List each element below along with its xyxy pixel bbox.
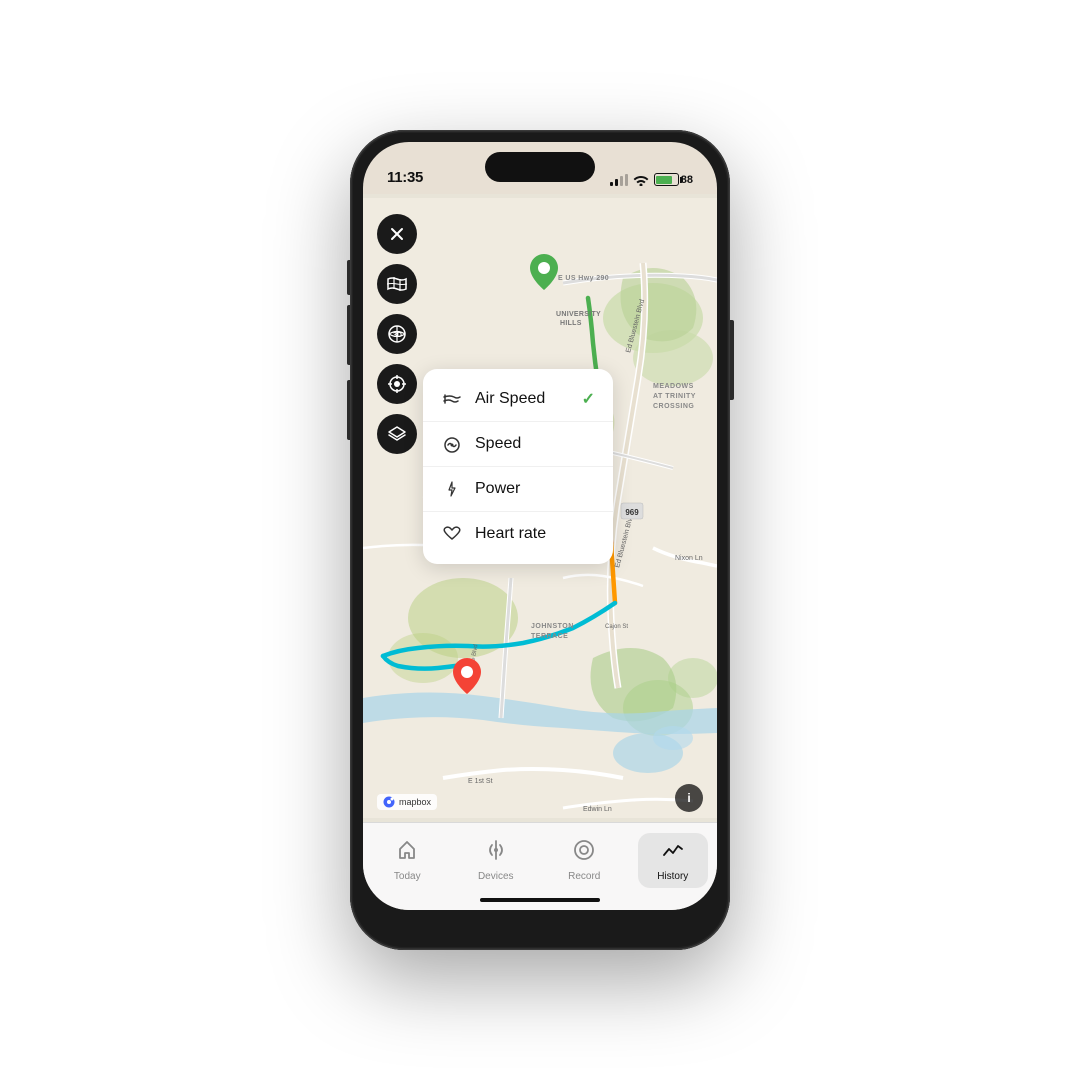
mapbox-logo: mapbox	[377, 794, 437, 810]
today-label: Today	[394, 871, 421, 882]
svg-text:TERRACE: TERRACE	[531, 633, 568, 640]
power-label: Power	[475, 480, 595, 498]
tab-devices[interactable]: Devices	[461, 833, 531, 888]
dropdown-item-heart-rate[interactable]: Heart rate	[423, 512, 613, 556]
svg-text:E 1st St: E 1st St	[468, 778, 493, 785]
phone-screen: 11:35 88	[363, 142, 717, 910]
air-speed-label: Air Speed	[475, 390, 570, 408]
info-button[interactable]: i	[675, 784, 703, 812]
tab-history[interactable]: History	[638, 833, 708, 888]
3d-view-button[interactable]: 3D	[377, 314, 417, 354]
svg-text:UNIVERSITY: UNIVERSITY	[556, 311, 601, 318]
battery-icon: 88	[654, 173, 693, 186]
svg-text:MEADOWS: MEADOWS	[653, 383, 694, 390]
left-toolbar: 3D	[377, 214, 417, 454]
dropdown-item-speed[interactable]: Speed	[423, 422, 613, 467]
air-speed-icon	[441, 388, 463, 410]
volume-down-button[interactable]	[347, 380, 351, 440]
wifi-icon	[633, 174, 649, 186]
svg-text:3D: 3D	[393, 332, 402, 339]
power-button[interactable]	[730, 320, 734, 400]
svg-text:HILLS: HILLS	[560, 320, 582, 327]
map-type-button[interactable]	[377, 264, 417, 304]
dropdown-item-power[interactable]: Power	[423, 467, 613, 512]
locate-button[interactable]	[377, 364, 417, 404]
history-label: History	[657, 871, 688, 882]
heart-rate-icon	[441, 523, 463, 545]
history-icon	[662, 839, 684, 867]
speed-icon	[441, 433, 463, 455]
dropdown-item-air-speed[interactable]: Air Speed ✓	[423, 377, 613, 422]
start-pin	[530, 254, 558, 288]
dynamic-island	[485, 152, 595, 182]
svg-text:Edwin Ln: Edwin Ln	[583, 806, 612, 813]
air-speed-check: ✓	[582, 389, 595, 409]
home-indicator	[480, 898, 600, 902]
svg-text:AT TRINITY: AT TRINITY	[653, 393, 696, 400]
mapbox-text: mapbox	[399, 797, 431, 807]
record-label: Record	[568, 871, 600, 882]
tab-today[interactable]: Today	[372, 833, 442, 888]
devices-label: Devices	[478, 871, 514, 882]
close-button[interactable]	[377, 214, 417, 254]
svg-text:JOHNSTON: JOHNSTON	[531, 623, 574, 630]
svg-text:E US Hwy 290: E US Hwy 290	[558, 275, 609, 282]
signal-icon	[610, 174, 628, 186]
tab-record[interactable]: Record	[549, 833, 619, 888]
status-icons: 88	[610, 173, 693, 186]
heart-rate-label: Heart rate	[475, 525, 595, 543]
tab-bar: Today Devices	[363, 822, 717, 910]
power-icon	[441, 478, 463, 500]
record-icon	[573, 839, 595, 867]
status-time: 11:35	[387, 169, 423, 186]
svg-text:969: 969	[625, 508, 639, 517]
end-pin	[453, 658, 481, 692]
svg-text:Nixon Ln: Nixon Ln	[675, 555, 703, 562]
svg-text:Cajon St: Cajon St	[605, 624, 628, 630]
today-icon	[396, 839, 418, 867]
map-area[interactable]: MEADOWS AT TRINITY CROSSING JOHNSTON TER…	[363, 194, 717, 822]
phone-frame: 11:35 88	[350, 130, 730, 950]
volume-up-button[interactable]	[347, 305, 351, 365]
speed-label: Speed	[475, 435, 595, 453]
dropdown-menu: Air Speed ✓ Speed	[423, 369, 613, 564]
devices-icon	[485, 839, 507, 867]
layers-button[interactable]	[377, 414, 417, 454]
svg-text:CROSSING: CROSSING	[653, 403, 694, 410]
